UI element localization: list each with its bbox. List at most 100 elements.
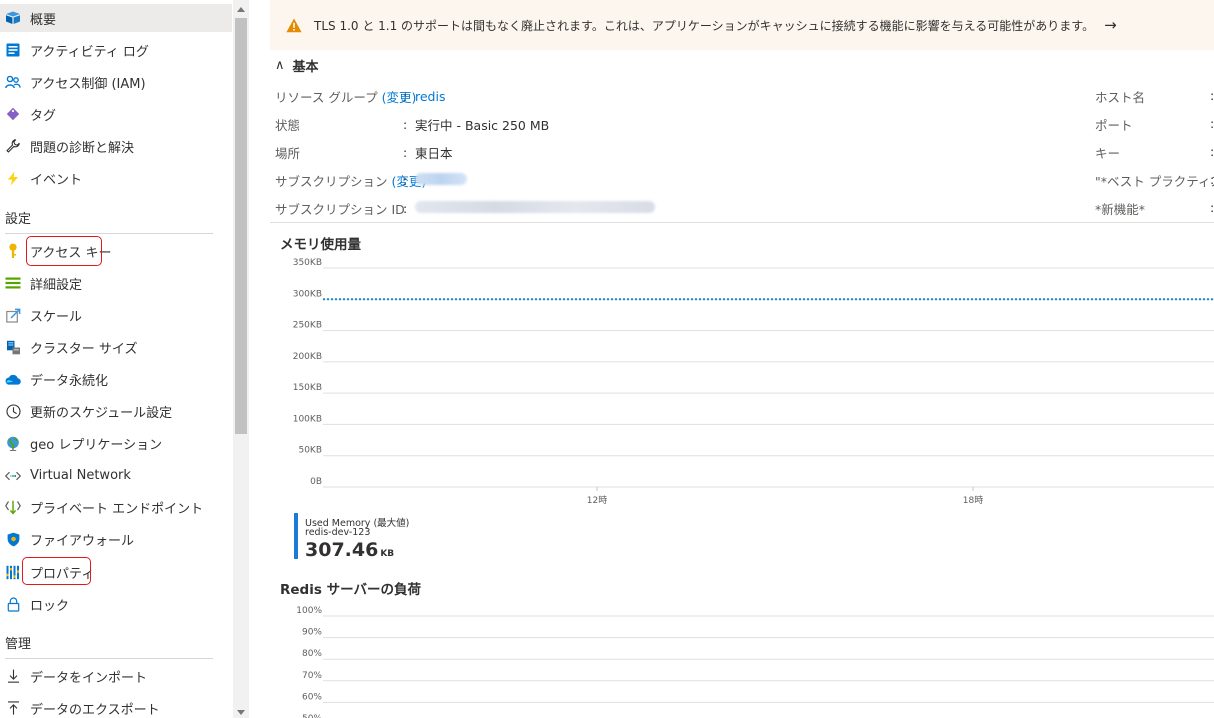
property-value[interactable]: redis [415, 89, 445, 104]
sidebar-item-firewall-shield[interactable]: ファイアウォール [0, 526, 232, 554]
tag-icon [5, 106, 21, 122]
metric-resource: redis-dev-123 [305, 527, 371, 538]
x-tick-label: 18時 [963, 495, 983, 506]
scroll-thumb[interactable] [235, 18, 247, 434]
sidebar-item-label: イベント [30, 172, 83, 188]
settings-section-header: 設定 [5, 212, 32, 227]
property-key: サブスクリプション (変更) [275, 171, 426, 190]
y-tick-label: 60% [302, 692, 322, 702]
property-key-text: サブスクリプション [275, 173, 388, 189]
redacted-value[interactable] [415, 172, 467, 185]
essentials-toggle[interactable]: ∧ 基本 [275, 56, 319, 75]
sidebar-item-label: スケール [30, 309, 83, 325]
clock-icon [5, 404, 21, 420]
highlight-access-keys [26, 236, 102, 266]
property-key: 状態 [275, 115, 403, 134]
property-colon: : [1210, 172, 1214, 187]
y-tick-label: 250KB [293, 321, 322, 331]
property-key: リソース グループ (変更) [275, 87, 416, 106]
y-tick-label: 70% [302, 671, 322, 681]
sidebar-scrollbar[interactable] [233, 0, 249, 718]
redacted-value [415, 200, 655, 213]
firewall-shield-icon [5, 532, 21, 548]
property-colon: : [403, 200, 408, 216]
essentials-title: 基本 [292, 60, 319, 75]
settings-list-icon [5, 275, 21, 291]
sidebar-item-iam-people[interactable]: アクセス制御 (IAM) [0, 68, 232, 96]
essentials-row: 状態: 実行中 - Basic 250 MB [275, 114, 549, 134]
sidebar-item-label: 問題の診断と解決 [30, 140, 135, 156]
property-colon: : [403, 116, 408, 132]
server-load-chart[interactable]: 100% 90% 80% 70% 60% 50% [250, 600, 1214, 718]
cluster-icon [5, 339, 21, 355]
sidebar-item-lightning[interactable]: イベント [0, 164, 232, 192]
lightning-icon [5, 170, 21, 186]
sidebar-item-scale[interactable]: スケール [0, 301, 232, 329]
sidebar-item-tag[interactable]: タグ [0, 100, 232, 128]
memory-chart-title[interactable]: メモリ使用量 [280, 233, 361, 253]
property-key: 場所 [275, 143, 403, 162]
sidebar-item-clock[interactable]: 更新のスケジュール設定 [0, 398, 232, 426]
property-key: サブスクリプション ID [275, 199, 405, 218]
sidebar-item-label: クラスター サイズ [30, 341, 138, 357]
lock-icon [5, 596, 21, 612]
sidebar-item-import-arrow[interactable]: データをインポート [0, 662, 232, 690]
essentials-divider [270, 222, 1214, 223]
export-arrow-icon [5, 700, 21, 716]
sidebar-item-cloud[interactable]: データ永続化 [0, 365, 232, 393]
sidebar-item-globe[interactable]: geo レプリケーション [0, 430, 232, 458]
arrow-right-icon[interactable]: → [1104, 16, 1117, 34]
essentials-right-key: "*ベスト プラクティス*" [1095, 173, 1214, 189]
property-colon: : [1210, 144, 1214, 159]
property-value [415, 172, 467, 188]
property-key-text: 場所 [275, 145, 301, 161]
metric-color-bar [294, 513, 298, 559]
sidebar-item-label: アクセス制御 (IAM) [30, 76, 146, 92]
sidebar-item-label: データをインポート [30, 670, 148, 686]
private-endpoint-icon [5, 500, 21, 516]
iam-people-icon [5, 74, 21, 90]
property-colon: : [403, 144, 408, 160]
memory-usage-chart[interactable]: 350KB 300KB 250KB 200KB 150KB 100KB 50KB 0B 12時 1… [250, 255, 1214, 515]
chevron-up-icon: ∧ [275, 58, 285, 73]
y-tick-label: 80% [302, 649, 322, 659]
essentials-row: サブスクリプション (変更): [275, 170, 467, 190]
sidebar-item-activity-log[interactable]: アクティビティ ログ [0, 36, 232, 64]
sidebar-item-label: データ永続化 [30, 373, 109, 389]
x-tick-label: 12時 [587, 495, 607, 506]
key-icon [5, 243, 21, 259]
sidebar-item-wrench[interactable]: 問題の診断と解決 [0, 132, 232, 160]
scroll-down-arrow-icon[interactable] [237, 710, 245, 715]
sidebar-item-cluster[interactable]: クラスター サイズ [0, 333, 232, 361]
sidebar-item-overview[interactable]: 概要 [0, 4, 232, 32]
essentials-row: リソース グループ (変更): redis [275, 86, 445, 106]
sidebar-item-label: 更新のスケジュール設定 [30, 406, 173, 421]
property-colon: : [403, 172, 408, 188]
metric-value-wrap: 307.46 KB [305, 539, 394, 561]
sidebar-item-label: データのエクスポート [30, 702, 160, 718]
essentials-row: 場所: 東日本 [275, 142, 453, 162]
server-load-chart-title[interactable]: Redis サーバーの負荷 [280, 578, 421, 598]
activity-log-icon [5, 42, 21, 58]
sidebar-item-private-endpoint[interactable]: プライベート エンドポイント [0, 494, 232, 522]
wrench-icon [5, 138, 21, 154]
property-colon: : [1210, 88, 1214, 103]
tls-warning-banner[interactable]: TLS 1.0 と 1.1 のサポートは間もなく廃止されます。これは、アプリケー… [270, 0, 1214, 50]
y-tick-label: 100KB [293, 414, 322, 424]
sidebar-item-settings-list[interactable]: 詳細設定 [0, 269, 232, 297]
sidebar-item-label: 概要 [30, 12, 57, 28]
sidebar-item-label: 詳細設定 [30, 277, 83, 293]
property-key-text: サブスクリプション ID [275, 201, 405, 217]
sidebar-item-label: ファイアウォール [30, 534, 135, 550]
scale-icon [5, 307, 21, 323]
sidebar-item-lock[interactable]: ロック [0, 590, 232, 618]
sidebar-item-label: プライベート エンドポイント [30, 502, 204, 518]
metric-value: 307.46 [305, 539, 379, 561]
sidebar-item-vnet[interactable]: Virtual Network [0, 462, 232, 490]
highlight-properties [22, 557, 91, 585]
y-tick-label: 300KB [293, 289, 322, 299]
warning-icon [286, 18, 302, 33]
scroll-up-arrow-icon[interactable] [237, 7, 245, 12]
sidebar-item-label: アクティビティ ログ [30, 44, 149, 60]
sidebar-item-export-arrow[interactable]: データのエクスポート [0, 694, 232, 718]
